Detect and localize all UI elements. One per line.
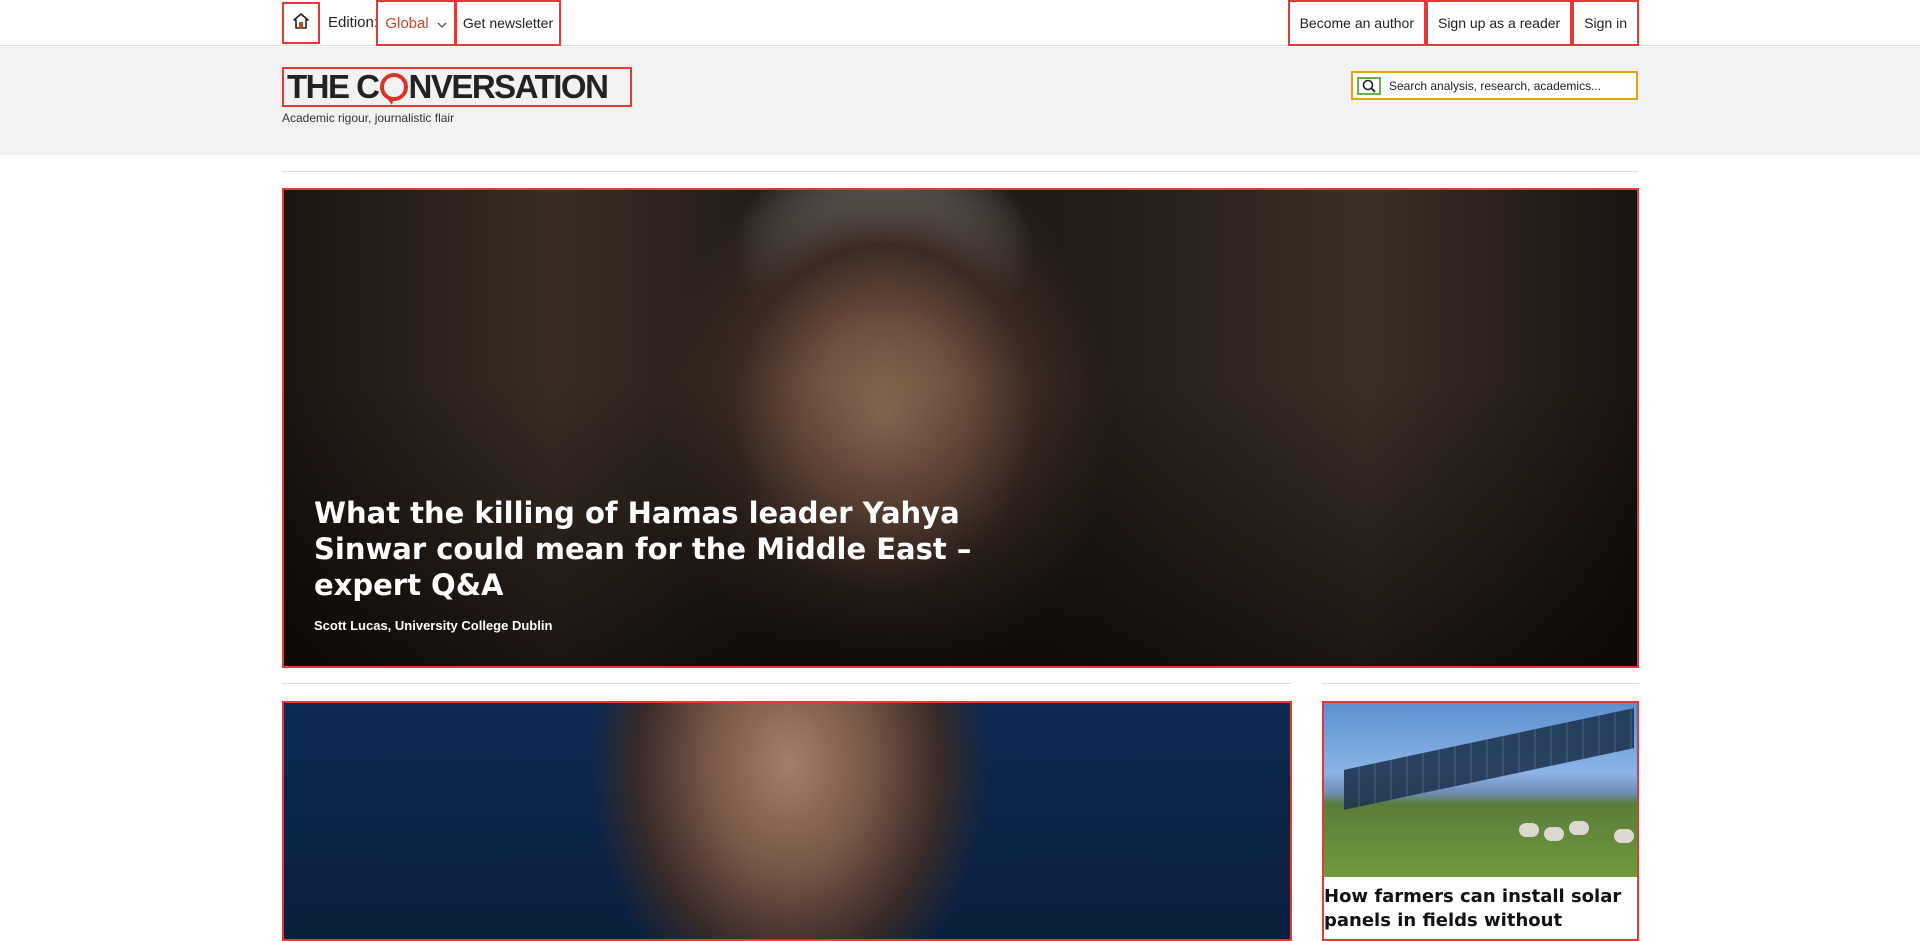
- chevron-down-icon: [437, 15, 447, 32]
- hero-headline: What the killing of Hamas leader Yahya S…: [314, 496, 972, 602]
- edition-label: Edition:: [328, 14, 379, 31]
- speech-bubble-icon: [379, 73, 408, 105]
- site-logo: THE C NVERSATION: [287, 68, 609, 106]
- solar-panels-graphic: [1344, 708, 1634, 810]
- section-divider: [1322, 683, 1639, 684]
- masthead: THE C NVERSATION Academic rigour, journal…: [0, 47, 1920, 155]
- top-bar: Edition: Global Get newsletter Become an…: [0, 0, 1920, 46]
- home-icon: [293, 12, 309, 34]
- sign-up-reader-link[interactable]: Sign up as a reader: [1425, 0, 1573, 46]
- logo-text-end: NVERSATION: [408, 68, 609, 105]
- search-icon[interactable]: [1357, 76, 1381, 95]
- side-story-headline: How farmers can install solar panels in …: [1324, 886, 1622, 931]
- story-image-link[interactable]: [282, 701, 1292, 941]
- sign-in-link[interactable]: Sign in: [1572, 0, 1639, 46]
- hero-story-link[interactable]: What the killing of Hamas leader Yahya S…: [282, 188, 1639, 668]
- story-image: [1324, 703, 1637, 877]
- edition-value: Global: [385, 14, 429, 32]
- account-links: Become an author Sign up as a reader Sig…: [1287, 0, 1639, 46]
- edition-dropdown-button[interactable]: Global: [376, 0, 456, 46]
- section-divider: [282, 683, 1292, 684]
- get-newsletter-label: Get newsletter: [462, 15, 554, 31]
- search-box[interactable]: [1351, 71, 1638, 100]
- search-input[interactable]: [1381, 78, 1631, 93]
- sheep-graphic: [1519, 823, 1539, 837]
- site-logo-link[interactable]: THE C NVERSATION: [282, 67, 632, 107]
- sheep-graphic: [1614, 829, 1634, 843]
- sheep-graphic: [1569, 821, 1589, 835]
- become-author-link[interactable]: Become an author: [1287, 0, 1426, 46]
- hero-author: Scott Lucas, University College Dublin: [314, 618, 553, 633]
- tagline: Academic rigour, journalistic flair: [282, 111, 455, 125]
- sheep-graphic: [1544, 827, 1564, 841]
- section-divider: [282, 171, 1638, 172]
- get-newsletter-link[interactable]: Get newsletter: [455, 0, 561, 46]
- home-button[interactable]: [282, 2, 320, 44]
- logo-text-start: THE C: [287, 68, 380, 105]
- side-story-link[interactable]: How farmers can install solar panels in …: [1322, 701, 1639, 941]
